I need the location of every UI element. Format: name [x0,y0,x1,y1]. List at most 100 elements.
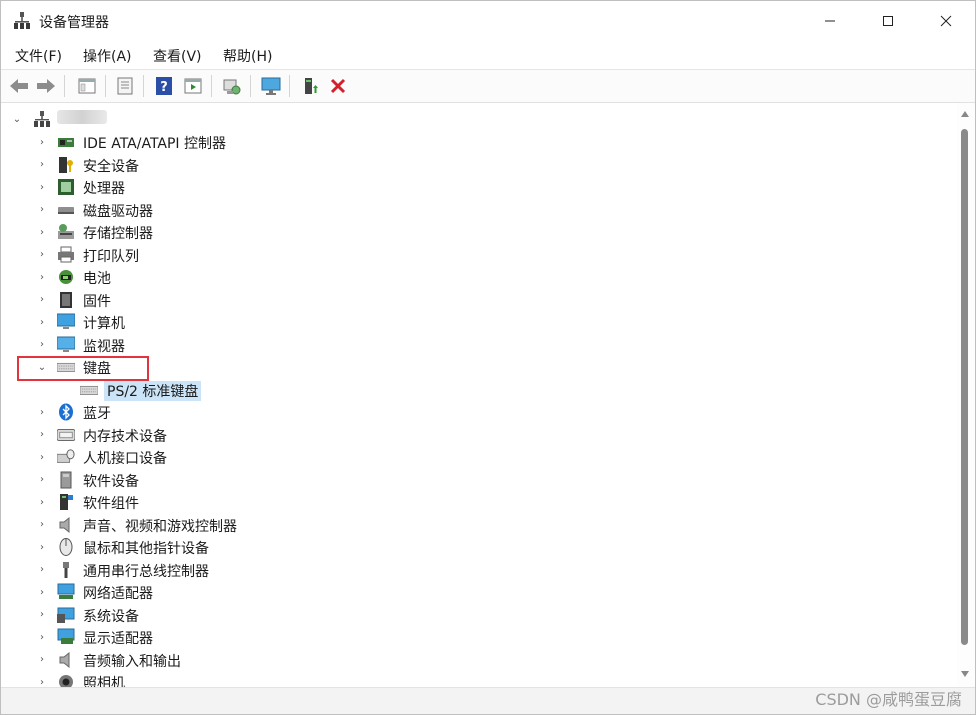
tree-item-camera[interactable]: › 照相机 [1,671,957,687]
tree-item-sound[interactable]: › 声音、视频和游戏控制器 [1,514,957,536]
tree-item-label: 软件组件 [83,496,139,512]
tree-item-label: 鼠标和其他指针设备 [83,541,209,557]
toolbar-separator [289,75,290,97]
tree-item-hid[interactable]: › 人机接口设备 [1,446,957,468]
menu-view[interactable]: 查看(V) [153,46,202,66]
chevron-down-icon[interactable]: ⌄ [11,113,23,125]
properties-panel-button[interactable] [75,74,99,98]
chevron-right-icon[interactable]: › [36,519,48,531]
monitor-button[interactable] [259,74,283,98]
monitor-icon [57,336,75,352]
chevron-right-icon[interactable]: › [36,406,48,418]
close-button[interactable] [917,1,975,41]
action-panel-button[interactable] [181,74,205,98]
tree-item-label: 打印队列 [83,248,139,265]
scrollbar-thumb[interactable] [961,129,968,645]
chevron-right-icon[interactable]: › [36,339,48,351]
computer-root-icon [34,111,50,127]
security-device-icon [59,156,73,173]
tree-item-bluetooth[interactable]: › 蓝牙 [1,401,957,423]
tree-item-label: 存储控制器 [83,226,153,242]
uninstall-button[interactable] [326,74,350,98]
menu-bar: 文件(F) 操作(A) 查看(V) 帮助(H) [1,41,975,69]
chevron-right-icon[interactable]: › [36,271,48,283]
help-button[interactable]: ? [152,74,176,98]
chevron-right-icon[interactable]: › [36,294,48,306]
chevron-right-icon[interactable]: › [36,474,48,486]
menu-file[interactable]: 文件(F) [15,46,62,66]
tree-item-security[interactable]: › 安全设备 [1,154,957,176]
chevron-right-icon[interactable]: › [36,204,48,216]
tree-item-memory[interactable]: › 内存技术设备 [1,424,957,446]
chevron-right-icon[interactable]: › [36,429,48,441]
chevron-right-icon[interactable]: › [36,316,48,328]
tree-item-computer[interactable]: › 计算机 [1,311,957,333]
tree-item-network[interactable]: › 网络适配器 [1,581,957,603]
tree-item-usb[interactable]: › 通用串行总线控制器 [1,559,957,581]
maximize-button[interactable] [859,1,917,41]
tree-item-ide[interactable]: › IDE ATA/ATAPI 控制器 [1,131,957,153]
tree-item-label: 系统设备 [83,608,139,625]
menu-help[interactable]: 帮助(H) [223,46,272,66]
keyboard-device-icon [80,385,98,395]
tree-item-disk[interactable]: › 磁盘驱动器 [1,199,957,221]
tree-item-label: 固件 [83,293,111,310]
chevron-right-icon[interactable]: › [36,159,48,171]
tree-item-battery[interactable]: › 电池 [1,266,957,288]
tree-item-software-device[interactable]: › 软件设备 [1,469,957,491]
chevron-right-icon[interactable]: › [36,181,48,193]
tree-item-display[interactable]: › 显示适配器 [1,626,957,648]
vertical-scrollbar[interactable] [957,103,975,687]
enable-device-button[interactable] [299,74,323,98]
scroll-down-icon[interactable] [961,671,969,677]
chevron-right-icon[interactable]: › [36,564,48,576]
usb-icon [63,561,69,578]
tree-item-processor[interactable]: › 处理器 [1,176,957,198]
toolbar-separator [250,75,251,97]
chevron-right-icon[interactable]: › [36,249,48,261]
close-icon [940,15,952,27]
chevron-right-icon[interactable]: › [36,654,48,666]
tree-item-system[interactable]: › 系统设备 [1,604,957,626]
tree-item-software-component[interactable]: › 软件组件 [1,491,957,513]
tree-item-audio-io[interactable]: › 音频输入和输出 [1,649,957,671]
chevron-right-icon[interactable]: › [36,451,48,463]
back-button[interactable] [7,74,31,98]
menu-action[interactable]: 操作(A) [83,46,132,66]
chevron-right-icon[interactable]: › [36,586,48,598]
printer-icon [58,246,74,262]
minimize-button[interactable] [801,1,859,41]
properties-panel-icon [78,78,96,94]
chevron-right-icon[interactable]: › [36,609,48,621]
tree-item-label: 内存技术设备 [83,428,167,445]
tree-item-label: 安全设备 [83,158,139,175]
tree-item-mouse[interactable]: › 鼠标和其他指针设备 [1,536,957,558]
scan-hardware-button[interactable] [220,74,244,98]
tree-item-monitor[interactable]: › 监视器 [1,334,957,356]
software-component-icon [60,494,73,510]
view-button[interactable] [113,74,137,98]
uninstall-icon [330,78,346,94]
chevron-right-icon[interactable]: › [36,226,48,238]
chevron-right-icon[interactable]: › [36,496,48,508]
battery-icon [59,270,73,284]
tree-item-label: 声音、视频和游戏控制器 [83,518,237,535]
tree-root[interactable]: ⌄ [1,108,957,130]
scroll-up-icon[interactable] [961,111,969,117]
forward-button[interactable] [34,74,58,98]
toolbar-separator [64,75,65,97]
chevron-right-icon[interactable]: › [36,631,48,643]
forward-icon [37,79,55,93]
chevron-right-icon[interactable]: › [36,136,48,148]
device-manager-window: 设备管理器 文件(F) 操作(A) 查看(V) 帮助(H) ? ⌄ › IDE … [0,0,976,715]
tree-item-storage[interactable]: › 存储控制器 [1,221,957,243]
chevron-right-icon[interactable]: › [36,541,48,553]
chevron-right-icon[interactable]: › [36,676,48,688]
tree-item-ps2-keyboard[interactable]: PS/2 标准键盘 [1,379,957,401]
tree-item-firmware[interactable]: › 固件 [1,289,957,311]
tree-item-print[interactable]: › 打印队列 [1,244,957,266]
action-panel-icon [184,78,202,94]
software-device-icon [60,471,72,488]
mouse-icon [59,538,73,556]
tree-item-label: 音频输入和输出 [83,653,181,670]
